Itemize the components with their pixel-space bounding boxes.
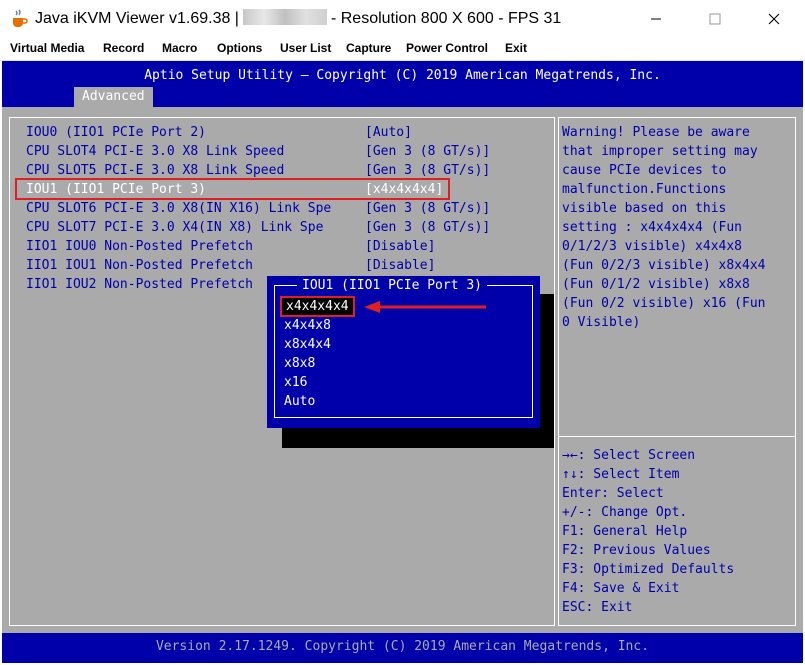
setting-label-iou0[interactable]: IOU0 (IIO1 PCIe Port 2) <box>26 125 206 140</box>
menu-macro[interactable]: Macro <box>162 41 197 55</box>
setting-label-iou0-prefetch[interactable]: IIO1 IOU0 Non-Posted Prefetch <box>26 239 253 254</box>
help-text-line: malfunction.Functions <box>562 182 727 197</box>
maximize-button[interactable] <box>692 0 738 37</box>
menu-exit[interactable]: Exit <box>505 41 527 55</box>
popup-option-auto[interactable]: Auto <box>284 394 315 409</box>
help-text-line: Warning! Please be aware <box>562 125 750 140</box>
setting-value-iou0-prefetch[interactable]: [Disable] <box>365 239 435 254</box>
help-text-line: that improper setting may <box>562 144 758 159</box>
bios-footer: Version 2.17.1249. Copyright (C) 2019 Am… <box>2 633 803 663</box>
popup-option-x8x8[interactable]: x8x8 <box>284 356 315 371</box>
setting-label-slot6[interactable]: CPU SLOT6 PCI-E 3.0 X8(IN X16) Link Spe <box>26 201 331 216</box>
key-hint-enter: Enter: Select <box>562 486 664 501</box>
key-hint-f3: F3: Optimized Defaults <box>562 562 735 577</box>
close-icon <box>768 13 780 24</box>
key-hint-f1: F1: General Help <box>562 524 688 539</box>
help-panel-divider <box>558 436 796 437</box>
key-hint-change-opt: +/-: Change Opt. <box>562 505 688 520</box>
help-text-line: (Fun 0/2 visible) x16 (Fun <box>562 296 766 311</box>
selected-setting-highlight <box>15 178 450 200</box>
key-hint-f4: F4: Save & Exit <box>562 581 680 596</box>
help-text-line: (Fun 0/1/2 visible) x8x8 <box>562 277 750 292</box>
menu-power-control[interactable]: Power Control <box>406 41 488 55</box>
setting-value-iou1-prefetch[interactable]: [Disable] <box>365 258 435 273</box>
setting-label-slot4[interactable]: CPU SLOT4 PCI-E 3.0 X8 Link Speed <box>26 144 284 159</box>
key-hint-f2: F2: Previous Values <box>562 543 711 558</box>
help-text-line: 0 Visible) <box>562 315 641 330</box>
help-text-line: 0/1/2/3 visible) x4x4x8 <box>562 239 743 254</box>
window-title-bar[interactable]: Java iKVM Viewer v1.69.38 | - Resolution … <box>0 0 805 37</box>
menu-user-list[interactable]: User List <box>280 41 331 55</box>
maximize-icon <box>709 13 721 24</box>
redacted-ip-block <box>242 9 327 25</box>
help-text-line: cause PCIe devices to <box>562 163 727 178</box>
setting-label-slot5[interactable]: CPU SLOT5 PCI-E 3.0 X8 Link Speed <box>26 163 284 178</box>
option-popup: IOU1 (IIO1 PCIe Port 3) x4x4x4x4 x4x4x8 … <box>267 276 540 428</box>
bios-header: Aptio Setup Utility – Copyright (C) 2019… <box>2 61 803 107</box>
java-cup-icon <box>13 9 28 27</box>
key-hint-select-item: ↑↓: Select Item <box>562 467 680 482</box>
minimize-icon <box>651 18 661 19</box>
window-title-prefix: Java iKVM Viewer v1.69.38 | <box>35 10 239 27</box>
help-text-line: setting : x4x4x4x4 (Fun <box>562 220 743 235</box>
tab-advanced[interactable]: Advanced <box>74 87 153 107</box>
setting-value-slot5[interactable]: [Gen 3 (8 GT/s)] <box>365 163 490 178</box>
setting-label-slot7[interactable]: CPU SLOT7 PCI-E 3.0 X4(IN X8) Link Spe <box>26 220 323 235</box>
popup-title: IOU1 (IIO1 PCIe Port 3) <box>297 278 488 293</box>
kvm-remote-screen[interactable]: Aptio Setup Utility – Copyright (C) 2019… <box>2 61 803 663</box>
setting-value-slot6[interactable]: [Gen 3 (8 GT/s)] <box>365 201 490 216</box>
setting-label-iou1-prefetch[interactable]: IIO1 IOU1 Non-Posted Prefetch <box>26 258 253 273</box>
menu-record[interactable]: Record <box>103 41 144 55</box>
key-hint-esc: ESC: Exit <box>562 600 633 615</box>
window-title: Java iKVM Viewer v1.69.38 | - Resolution … <box>35 9 561 28</box>
popup-option-x4x4x8[interactable]: x4x4x8 <box>284 318 331 333</box>
key-hint-select-screen: →←: Select Screen <box>562 448 696 463</box>
help-text-line: (Fun 0/2/3 visible) x8x4x4 <box>562 258 766 273</box>
minimize-button[interactable] <box>633 0 679 37</box>
close-button[interactable] <box>751 0 797 37</box>
setting-label-iou2-prefetch[interactable]: IIO1 IOU2 Non-Posted Prefetch <box>26 277 253 292</box>
setting-value-slot7[interactable]: [Gen 3 (8 GT/s)] <box>365 220 490 235</box>
setting-value-slot4[interactable]: [Gen 3 (8 GT/s)] <box>365 144 490 159</box>
setting-value-iou0[interactable]: [Auto] <box>365 125 412 140</box>
bios-footer-text: Version 2.17.1249. Copyright (C) 2019 Am… <box>155 639 650 654</box>
window-title-suffix: - Resolution 800 X 600 - FPS 31 <box>330 10 562 27</box>
menu-options[interactable]: Options <box>217 41 262 55</box>
popup-option-x16[interactable]: x16 <box>284 375 307 390</box>
help-text-line: visible based on this <box>562 201 727 216</box>
popup-option-x4x4x4x4[interactable]: x4x4x4x4 <box>280 296 355 317</box>
bios-header-title: Aptio Setup Utility – Copyright (C) 2019… <box>144 68 661 83</box>
red-arrow-annotation-icon <box>364 301 486 313</box>
menu-capture[interactable]: Capture <box>346 41 391 55</box>
menu-virtual-media[interactable]: Virtual Media <box>10 41 84 55</box>
popup-option-x8x4x4[interactable]: x8x4x4 <box>284 337 331 352</box>
menu-bar: Virtual Media Record Macro Options User … <box>0 37 805 61</box>
